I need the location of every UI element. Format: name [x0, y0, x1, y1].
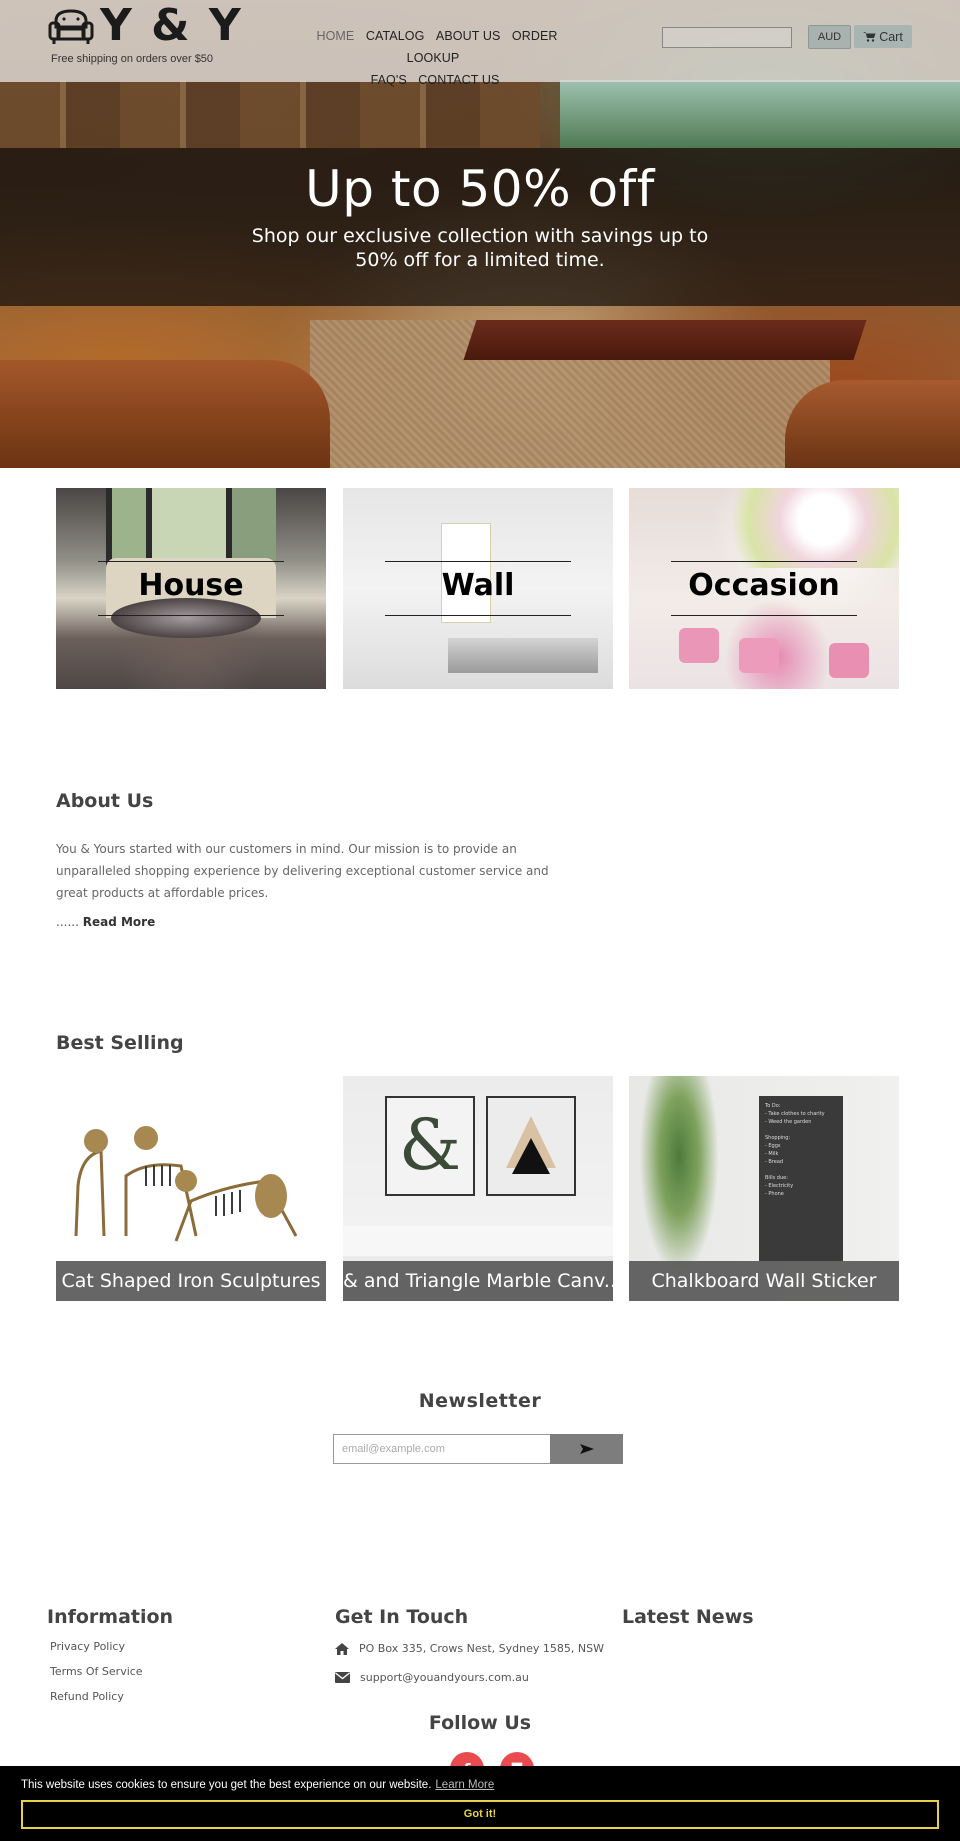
- cart-label: Cart: [879, 29, 903, 44]
- promo-title: Up to 50% off: [305, 160, 655, 218]
- product-image-cat-sculptures: [74, 1126, 298, 1242]
- category-line-top: [385, 561, 571, 562]
- chalkboard: To Do: - Take clothes to charity - Weed th…: [759, 1096, 843, 1261]
- nav-faqs[interactable]: FAQ'S: [371, 73, 407, 87]
- cookie-message-row: This website uses cookies to ensure you …: [21, 1779, 494, 1791]
- category-line-bottom: [671, 615, 857, 616]
- product-name: Cat Shaped Iron Sculptures: [56, 1261, 326, 1301]
- product-card[interactable]: To Do: - Take clothes to charity - Weed th…: [629, 1076, 899, 1301]
- shipping-tagline: Free shipping on orders over $50: [51, 53, 214, 65]
- newsletter-heading: Newsletter: [418, 1390, 542, 1412]
- read-more-row: ...... Read More: [56, 915, 155, 929]
- about-heading: About Us: [56, 790, 154, 812]
- follow-us-heading: Follow Us: [428, 1712, 532, 1734]
- main-nav: HOME CATALOG ABOUT US ORDER LOOKUP FAQ'S…: [290, 25, 580, 91]
- category-label: Wall: [441, 568, 515, 603]
- footer-link-terms-of-service[interactable]: Terms Of Service: [50, 1665, 143, 1678]
- search-input[interactable]: [662, 27, 792, 48]
- read-more-ellipsis: ......: [56, 915, 79, 929]
- occasion-candle: [679, 628, 719, 663]
- cookie-message: This website uses cookies to ensure you …: [21, 1779, 432, 1791]
- canvas-ampersand: &: [385, 1096, 475, 1196]
- footer-contact-heading: Get In Touch: [335, 1606, 469, 1628]
- category-label: Occasion: [688, 568, 840, 603]
- newsletter-submit-button[interactable]: [550, 1434, 623, 1464]
- occasion-flowers: [709, 488, 899, 568]
- cookie-learn-more-link[interactable]: Learn More: [435, 1779, 494, 1791]
- footer-news-heading: Latest News: [622, 1606, 754, 1628]
- armchair-logo-icon: [48, 9, 94, 44]
- brand-name: Y & Y: [100, 0, 243, 51]
- logo-link[interactable]: Y & Y: [48, 0, 243, 51]
- hero-bg-table: [463, 320, 867, 360]
- footer-link-refund-policy[interactable]: Refund Policy: [50, 1690, 124, 1703]
- category-line-bottom: [385, 615, 571, 616]
- contact-email-link[interactable]: support@youandyours.com.au: [360, 1671, 529, 1684]
- category-label: House: [138, 568, 244, 603]
- category-line-bottom: [98, 615, 284, 616]
- hero-bg-window: [560, 80, 960, 148]
- plant: [639, 1076, 719, 1276]
- cookie-accept-button[interactable]: Got it!: [21, 1800, 939, 1829]
- occasion-candle: [829, 643, 869, 678]
- promo-band: Up to 50% off Shop our exclusive collect…: [0, 148, 960, 306]
- read-more-link[interactable]: Read More: [83, 915, 156, 929]
- occasion-candle: [739, 638, 779, 673]
- promo-subtitle: Shop our exclusive collection with savin…: [251, 225, 709, 271]
- nav-catalog[interactable]: CATALOG: [366, 29, 425, 43]
- canvas-triangle: [486, 1096, 576, 1196]
- category-card-wall[interactable]: Wall: [343, 488, 613, 689]
- best-selling-heading: Best Selling: [56, 1032, 184, 1054]
- send-arrow-icon: [579, 1444, 594, 1454]
- product-card[interactable]: Cat Shaped Iron Sculptures: [56, 1076, 326, 1301]
- nav-about-us[interactable]: ABOUT US: [436, 29, 500, 43]
- footer-information-heading: Information: [47, 1606, 174, 1628]
- wall-desk: [448, 638, 598, 673]
- site-header: Y & Y Free shipping on orders over $50 H…: [0, 0, 960, 87]
- hero-bg-chair-right: [785, 380, 960, 468]
- cart-button[interactable]: Cart: [854, 25, 912, 48]
- category-line-top: [98, 561, 284, 562]
- contact-email: support@youandyours.com.au: [335, 1671, 529, 1684]
- footer-link-privacy-policy[interactable]: Privacy Policy: [50, 1640, 125, 1653]
- house-table: [111, 598, 261, 638]
- nav-home[interactable]: HOME: [316, 29, 354, 43]
- contact-address: PO Box 335, Crows Nest, Sydney 1585, NSW: [335, 1642, 604, 1655]
- contact-address-text: PO Box 335, Crows Nest, Sydney 1585, NSW: [359, 1642, 604, 1655]
- hero-bg-chair-left: [0, 360, 330, 468]
- product-name: & and Triangle Marble Canv...: [343, 1261, 613, 1301]
- category-card-occasion[interactable]: Occasion: [629, 488, 899, 689]
- category-card-house[interactable]: House: [56, 488, 326, 689]
- shopping-cart-icon: [863, 32, 876, 42]
- canvas-shelf: [343, 1226, 613, 1256]
- house-window: [106, 488, 276, 568]
- about-text: You & Yours started with our customers i…: [56, 842, 549, 900]
- product-card[interactable]: & & and Triangle Marble Canv...: [343, 1076, 613, 1301]
- category-line-top: [671, 561, 857, 562]
- home-icon: [335, 1642, 349, 1655]
- newsletter-form: [333, 1434, 623, 1464]
- newsletter-email-input[interactable]: [333, 1434, 550, 1464]
- envelope-icon: [335, 1672, 350, 1683]
- cookie-consent-bar: This website uses cookies to ensure you …: [0, 1766, 960, 1841]
- nav-contact-us[interactable]: CONTACT US: [418, 73, 499, 87]
- currency-button[interactable]: AUD: [808, 25, 851, 49]
- product-name: Chalkboard Wall Sticker: [629, 1261, 899, 1301]
